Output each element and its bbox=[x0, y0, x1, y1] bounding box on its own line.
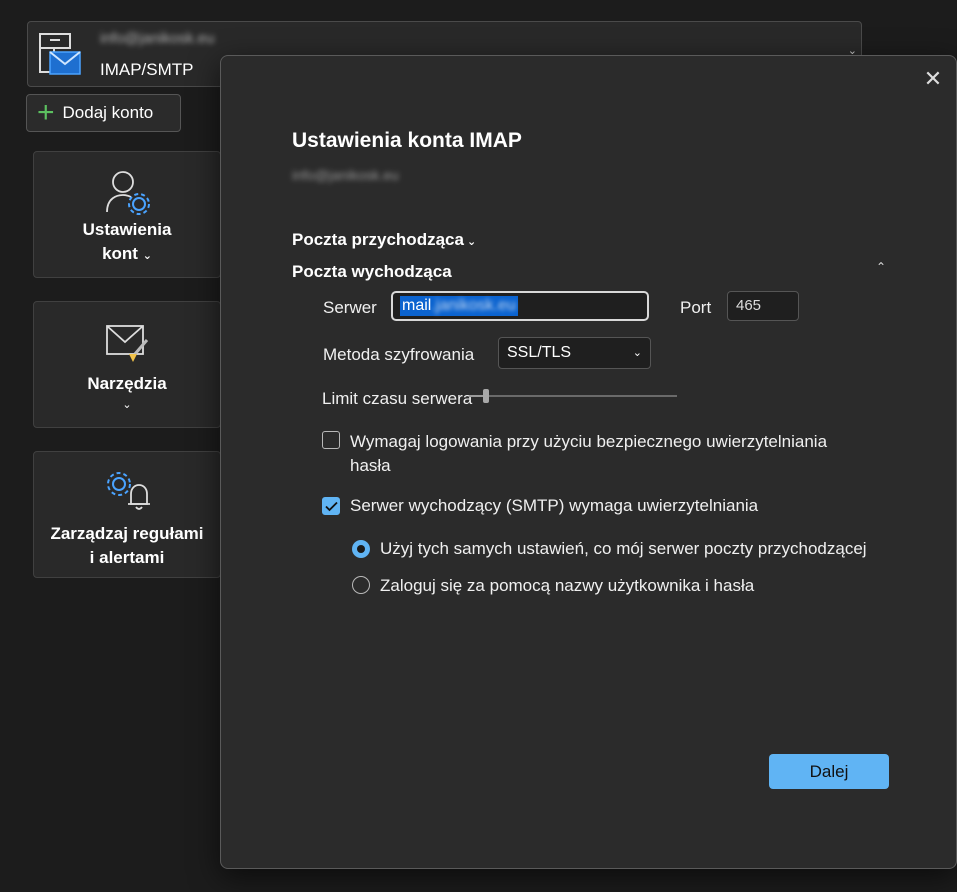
plus-icon: + bbox=[37, 96, 55, 129]
chevron-down-icon: ⌄ bbox=[632, 347, 642, 359]
spa-label: Wymagaj logowania przy użyciu bezpieczne… bbox=[350, 432, 828, 475]
port-input[interactable]: 465 bbox=[727, 291, 799, 321]
login-radio[interactable] bbox=[352, 576, 370, 594]
mail-brush-icon bbox=[103, 322, 151, 366]
add-account-label: Dodaj konto bbox=[62, 103, 154, 122]
user-settings-icon bbox=[103, 168, 151, 216]
server-value: mail.janikosk.eu bbox=[400, 296, 518, 316]
gear-bell-icon bbox=[103, 468, 151, 512]
rules-label: Zarządzaj regułami bbox=[50, 524, 204, 543]
add-account-button[interactable]: + Dodaj konto bbox=[26, 94, 181, 132]
mailbox-icon bbox=[38, 32, 82, 76]
outgoing-mail-section[interactable]: Poczta wychodząca bbox=[292, 262, 452, 282]
spa-checkbox[interactable] bbox=[322, 431, 340, 449]
encryption-value: SSL/TLS bbox=[507, 344, 572, 361]
timeout-slider-thumb[interactable] bbox=[483, 389, 489, 403]
close-icon[interactable]: ✕ bbox=[920, 66, 946, 92]
server-input[interactable]: mail.janikosk.eu bbox=[391, 291, 649, 321]
incoming-mail-section[interactable]: Poczta przychodząca ⌄ bbox=[292, 230, 476, 250]
chevron-down-icon: ⌄ bbox=[142, 250, 152, 262]
chevron-down-icon: ⌄ bbox=[466, 236, 477, 248]
rules-tile[interactable]: Zarządzaj regułami i alertami bbox=[33, 451, 221, 578]
account-type: IMAP/SMTP bbox=[100, 60, 194, 79]
encryption-select[interactable]: SSL/TLS ⌄ bbox=[498, 337, 651, 369]
encryption-label: Metoda szyfrowania bbox=[323, 345, 475, 364]
imap-settings-dialog: ✕ Ustawienia konta IMAP info@janikosk.eu… bbox=[220, 55, 957, 869]
chevron-up-icon[interactable]: ⌃ bbox=[876, 260, 886, 274]
port-label: Port bbox=[680, 298, 712, 317]
login-label: Zaloguj się za pomocą nazwy użytkownika … bbox=[380, 576, 755, 595]
account-settings-label-2: kont ⌄ bbox=[102, 244, 152, 263]
dialog-title: Ustawienia konta IMAP bbox=[292, 129, 522, 152]
timeout-label: Limit czasu serwera bbox=[322, 389, 473, 408]
account-settings-tile[interactable]: Ustawienia kont ⌄ bbox=[33, 151, 221, 278]
same-settings-radio[interactable] bbox=[352, 540, 370, 558]
smtp-auth-label: Serwer wychodzący (SMTP) wymaga uwierzyt… bbox=[350, 496, 759, 515]
tools-tile[interactable]: Narzędzia ⌄ bbox=[33, 301, 221, 428]
same-settings-label: Użyj tych samych ustawień, co mój serwer… bbox=[380, 539, 867, 558]
smtp-auth-checkbox[interactable] bbox=[322, 497, 340, 515]
rules-label-2: i alertami bbox=[89, 548, 165, 567]
next-button[interactable]: Dalej bbox=[769, 754, 889, 789]
account-settings-label: Ustawienia bbox=[82, 220, 172, 239]
server-label: Serwer bbox=[323, 298, 377, 317]
account-email: info@janikosk.eu bbox=[100, 30, 215, 47]
tools-label: Narzędzia bbox=[87, 374, 167, 393]
dialog-subtitle: info@janikosk.eu bbox=[292, 167, 399, 183]
timeout-slider[interactable] bbox=[469, 389, 677, 403]
chevron-down-icon: ⌄ bbox=[122, 399, 132, 411]
